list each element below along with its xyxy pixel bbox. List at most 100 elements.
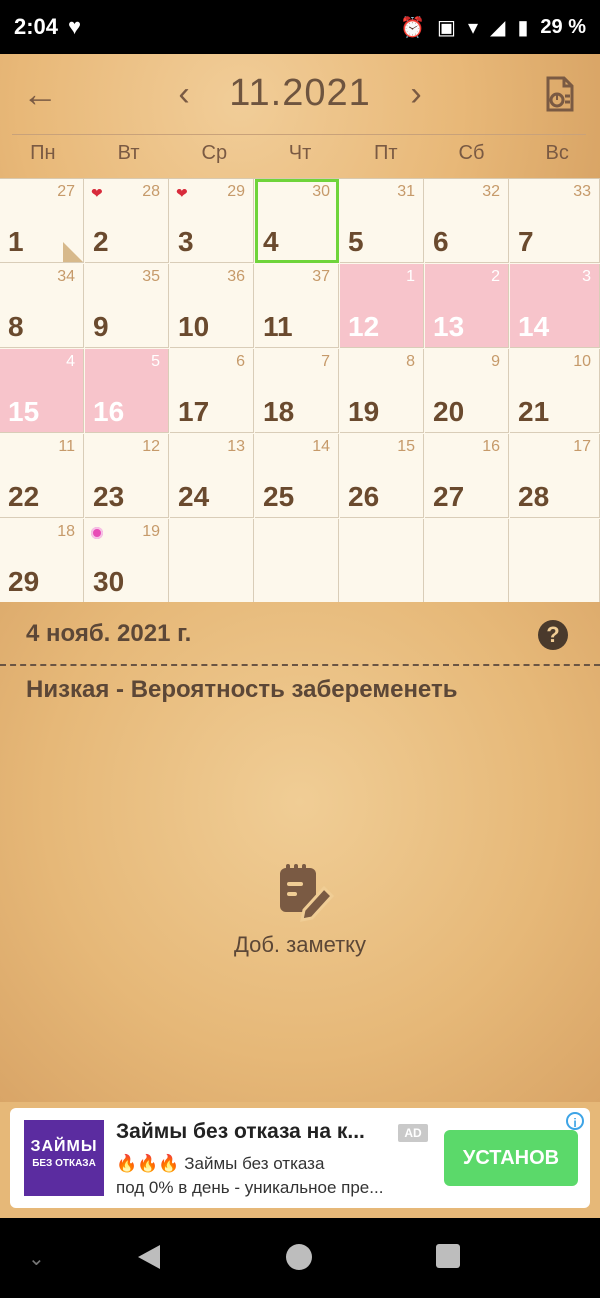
nav-recents-icon[interactable] xyxy=(436,1244,460,1268)
day-cell[interactable]: 6 17 xyxy=(170,349,254,433)
day-cell[interactable]: 15 26 xyxy=(340,434,424,518)
day-cell[interactable]: 33 7 xyxy=(510,179,600,263)
day-cell[interactable]: 32 6 xyxy=(425,179,509,263)
day-number: 6 xyxy=(433,226,449,257)
day-number: 3 xyxy=(178,226,194,257)
day-cell[interactable]: 10 21 xyxy=(510,349,600,433)
day-cell[interactable]: 7 18 xyxy=(255,349,339,433)
day-cell[interactable]: 12 23 xyxy=(85,434,169,518)
day-number: 5 xyxy=(348,226,364,257)
day-number: 24 xyxy=(178,481,210,512)
day-cell[interactable]: 18 29 xyxy=(0,519,84,603)
cycle-day-number: 12 xyxy=(142,438,160,455)
cycle-day-number: 27 xyxy=(57,183,75,200)
cycle-day-number: 2 xyxy=(491,268,500,285)
weekday-row: Пн Вт Ср Чт Пт Сб Вс xyxy=(0,142,600,174)
day-number: 23 xyxy=(93,481,125,512)
battery-icon: ▮ xyxy=(517,16,529,39)
day-number: 7 xyxy=(518,226,534,257)
heart-icon: ♥ xyxy=(68,14,82,39)
ad-logo[interactable]: ЗАЙМЫ БЕЗ ОТКАЗА xyxy=(24,1120,104,1196)
day-number: 12 xyxy=(348,311,380,342)
report-document-icon[interactable] xyxy=(540,74,580,114)
add-note-label[interactable]: Доб. заметку xyxy=(0,932,600,958)
day-cell-selected[interactable]: 30 4 xyxy=(255,179,339,263)
cycle-day-number: 32 xyxy=(482,183,500,200)
note-corner-icon xyxy=(63,242,83,262)
cycle-day-number: 15 xyxy=(397,438,415,455)
day-number: 29 xyxy=(8,566,40,597)
empty-cell xyxy=(425,519,509,603)
nav-back-icon[interactable] xyxy=(134,1242,164,1272)
prev-month-chevron-icon[interactable]: ‹ xyxy=(170,76,198,112)
weekday-label: Вс xyxy=(545,142,569,164)
signal-icon: ◢ xyxy=(490,16,506,39)
cycle-day-number: 34 xyxy=(57,268,75,285)
status-time: 2:04 xyxy=(14,14,59,39)
cycle-day-number: 3 xyxy=(582,268,591,285)
day-number: 15 xyxy=(8,396,40,427)
nav-home-icon[interactable] xyxy=(286,1244,312,1270)
help-icon[interactable]: ? xyxy=(538,620,568,650)
cycle-day-number: 1 xyxy=(406,268,415,285)
ad-install-button[interactable]: УСТАНОВ xyxy=(444,1130,578,1186)
day-info-panel: 4 нояб. 2021 г. ? Низкая - Вероятность з… xyxy=(0,602,600,1102)
cycle-day-number: 5 xyxy=(151,353,160,370)
empty-cell xyxy=(340,519,424,603)
add-note-icon[interactable] xyxy=(274,860,338,924)
calendar-header: ← ‹ 11.2021 › Пн Вт Ср Чт Пт Сб Вс xyxy=(0,54,600,178)
heart-icon: ❤ xyxy=(91,185,103,201)
ad-description[interactable]: 🔥🔥🔥 Займы без отказа под 0% в день - уни… xyxy=(116,1152,436,1200)
day-cell[interactable]: 8 19 xyxy=(340,349,424,433)
day-cell[interactable]: 37 11 xyxy=(255,264,339,348)
empty-cell xyxy=(170,519,254,603)
period-day-cell[interactable]: 4 15 xyxy=(0,349,84,433)
day-cell[interactable]: 19 30 xyxy=(85,519,169,603)
day-number: 18 xyxy=(263,396,295,427)
day-cell[interactable]: 14 25 xyxy=(255,434,339,518)
ad-info-icon[interactable]: i xyxy=(566,1112,584,1130)
cycle-day-number: 6 xyxy=(236,353,245,370)
day-cell[interactable]: ❤ 29 3 xyxy=(170,179,254,263)
weekday-label: Пн xyxy=(30,142,56,164)
period-day-cell[interactable]: 3 14 xyxy=(510,264,600,348)
ad-title[interactable]: Займы без отказа на к... xyxy=(116,1120,386,1144)
day-cell[interactable]: 13 24 xyxy=(170,434,254,518)
empty-cell xyxy=(510,519,600,603)
day-cell[interactable]: 16 27 xyxy=(425,434,509,518)
day-cell[interactable]: 17 28 xyxy=(510,434,600,518)
next-month-chevron-icon[interactable]: › xyxy=(402,76,430,112)
day-cell[interactable]: 36 10 xyxy=(170,264,254,348)
day-number: 2 xyxy=(93,226,109,257)
day-cell[interactable]: 34 8 xyxy=(0,264,84,348)
day-number: 14 xyxy=(518,311,550,342)
day-cell[interactable]: 27 1 xyxy=(0,179,84,263)
cycle-day-number: 31 xyxy=(397,183,415,200)
day-number: 4 xyxy=(263,226,279,257)
ad-banner[interactable]: ЗАЙМЫ БЕЗ ОТКАЗА Займы без отказа на к..… xyxy=(10,1108,590,1208)
period-day-cell[interactable]: 2 13 xyxy=(425,264,509,348)
cycle-day-number: 7 xyxy=(321,353,330,370)
cycle-day-number: 37 xyxy=(312,268,330,285)
weekday-label: Ср xyxy=(201,142,228,164)
day-number: 25 xyxy=(263,481,295,512)
day-cell[interactable]: 35 9 xyxy=(85,264,169,348)
ad-logo-line2: БЕЗ ОТКАЗА xyxy=(32,1158,96,1169)
day-cell[interactable]: 11 22 xyxy=(0,434,84,518)
day-number: 1 xyxy=(8,226,24,257)
wifi-icon: ▾ xyxy=(467,16,478,39)
cycle-day-number: 16 xyxy=(482,438,500,455)
cycle-day-number: 9 xyxy=(491,353,500,370)
day-number: 10 xyxy=(178,311,210,342)
day-cell[interactable]: 9 20 xyxy=(425,349,509,433)
period-day-cell[interactable]: 1 12 xyxy=(340,264,424,348)
status-bar: 2:04 ♥ ⏰ ▣ ▾ ◢ ▮ 29 % xyxy=(0,0,600,54)
calendar-grid: 27 1 ❤ 28 2 ❤ 29 3 30 4 31 5 32 6 33 7 3… xyxy=(0,178,600,603)
ad-logo-line1: ЗАЙМЫ xyxy=(30,1138,98,1155)
day-cell[interactable]: ❤ 28 2 xyxy=(85,179,169,263)
chevron-down-icon[interactable]: ⌄ xyxy=(28,1246,50,1270)
back-arrow-icon[interactable]: ← xyxy=(22,74,62,114)
period-day-cell[interactable]: 5 16 xyxy=(85,349,169,433)
selected-date: 4 нояб. 2021 г. xyxy=(26,620,192,647)
day-cell[interactable]: 31 5 xyxy=(340,179,424,263)
